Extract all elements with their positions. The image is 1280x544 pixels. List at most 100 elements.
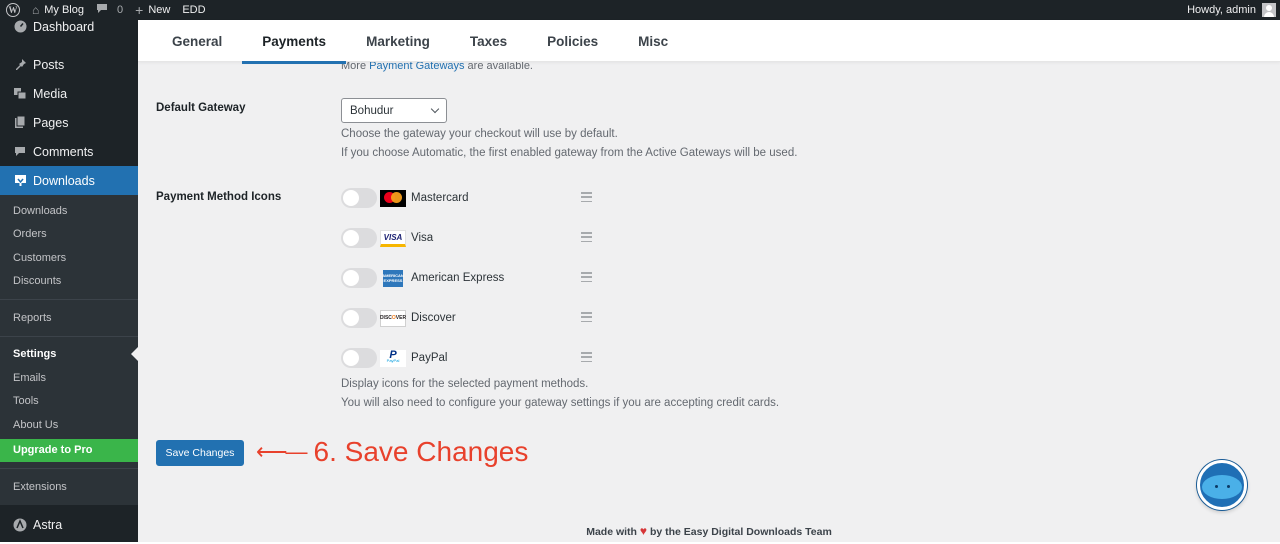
wordpress-icon: W xyxy=(6,3,20,17)
submenu-discounts[interactable]: Discounts xyxy=(0,270,138,294)
submenu-about-us[interactable]: About Us xyxy=(0,413,138,437)
drag-handle-icon[interactable] xyxy=(581,352,592,362)
submenu-downloads[interactable]: Downloads xyxy=(0,199,138,223)
mastercard-icon xyxy=(380,189,406,207)
drag-handle-icon[interactable] xyxy=(581,232,592,242)
settings-tabs: General Payments Marketing Taxes Policie… xyxy=(138,20,1280,64)
payment-method-label: American Express xyxy=(411,272,505,284)
current-page-arrow xyxy=(131,347,138,362)
main-content: General Payments Marketing Taxes Policie… xyxy=(138,20,1280,544)
sidebar-item-downloads[interactable]: Downloads xyxy=(0,166,138,195)
download-icon xyxy=(10,174,30,187)
annotation-text: 6. Save Changes xyxy=(313,436,529,467)
submenu-tools[interactable]: Tools xyxy=(0,390,138,414)
default-gateway-label: Default Gateway xyxy=(156,102,246,114)
payment-method-label: PayPal xyxy=(411,352,448,364)
sidebar-item-pages[interactable]: Pages xyxy=(0,108,138,137)
wp-logo-menu[interactable]: W xyxy=(0,0,26,20)
my-account-menu[interactable]: Howdy, admin xyxy=(1187,3,1280,17)
tab-payments[interactable]: Payments xyxy=(242,20,346,64)
comments-menu[interactable]: 0 xyxy=(90,0,129,20)
payment-method-row: DISC O VER Discover xyxy=(341,306,601,330)
comment-bubble-icon xyxy=(96,3,108,17)
left-arrow-icon: ⟵— xyxy=(256,439,308,464)
amex-text: EXPRESS xyxy=(383,278,403,283)
submenu-emails[interactable]: Emails xyxy=(0,366,138,390)
sidebar-item-label: Pages xyxy=(33,115,69,130)
sidebar-item-media[interactable]: Media xyxy=(0,79,138,108)
submenu-upgrade-to-pro[interactable]: Upgrade to Pro xyxy=(0,438,138,462)
sidebar-item-comments[interactable]: Comments xyxy=(0,137,138,166)
home-icon: ⌂ xyxy=(32,3,40,17)
payment-method-icons-label: Payment Method Icons xyxy=(156,191,282,203)
discover-text: DISC xyxy=(379,315,392,321)
tab-misc[interactable]: Misc xyxy=(618,20,688,62)
paypal-toggle[interactable] xyxy=(341,348,377,368)
submenu-divider xyxy=(0,335,138,337)
tab-general[interactable]: General xyxy=(152,20,242,62)
site-name-menu[interactable]: ⌂ My Blog xyxy=(26,0,90,20)
comment-icon xyxy=(10,146,30,157)
default-gateway-description: Choose the gateway your checkout will us… xyxy=(341,125,797,163)
sidebar-item-posts[interactable]: Posts xyxy=(0,50,138,79)
avatar xyxy=(1262,3,1276,17)
discover-icon: DISC O VER xyxy=(379,309,407,327)
help-chat-bubble[interactable] xyxy=(1197,460,1247,510)
payment-method-label: Mastercard xyxy=(411,192,469,204)
default-gateway-select[interactable]: Bohudur xyxy=(341,98,447,123)
admin-bar: W ⌂ My Blog 0 + New EDD Howdy, admin xyxy=(0,0,1280,20)
footer-credit: Made with ♥ by the Easy Digital Download… xyxy=(138,524,1280,538)
submenu-extensions[interactable]: Extensions xyxy=(0,475,138,499)
sidebar-item-label: Astra xyxy=(33,518,63,532)
footer-prefix: Made with xyxy=(586,526,637,538)
american-express-toggle[interactable] xyxy=(341,268,377,288)
payment-method-row: Mastercard xyxy=(341,186,601,210)
amex-icon: AMERICAN EXPRESS xyxy=(382,269,404,287)
payment-method-row: P PayPal PayPal xyxy=(341,346,601,370)
discover-text: VER xyxy=(395,315,407,321)
tab-marketing[interactable]: Marketing xyxy=(346,20,450,62)
mascot-eye xyxy=(1227,485,1230,488)
sidebar-item-label: Dashboard xyxy=(33,20,95,34)
submenu-divider xyxy=(0,468,138,469)
submenu-customers[interactable]: Customers xyxy=(0,246,138,270)
edd-menu[interactable]: EDD xyxy=(176,0,211,20)
heart-icon: ♥ xyxy=(639,524,648,538)
sidebar-item-label: Downloads xyxy=(33,173,95,188)
sidebar-item-astra[interactable]: Astra xyxy=(0,511,138,540)
default-gateway-value: Bohudur xyxy=(350,104,394,117)
submenu-reports[interactable]: Reports xyxy=(0,306,138,330)
submenu-settings[interactable]: Settings xyxy=(0,343,138,367)
mascot-eye xyxy=(1215,485,1218,488)
tutorial-annotation: ⟵— 6. Save Changes xyxy=(256,436,528,468)
discover-toggle[interactable] xyxy=(341,308,377,328)
mascot-icon xyxy=(1202,475,1242,499)
sidebar-item-dashboard[interactable]: Dashboard xyxy=(0,20,138,44)
drag-handle-icon[interactable] xyxy=(581,192,592,202)
description-line: If you choose Automatic, the first enabl… xyxy=(341,147,798,159)
plus-icon: + xyxy=(135,2,144,18)
payment-icons-description: Display icons for the selected payment m… xyxy=(341,375,779,413)
site-name: My Blog xyxy=(44,4,84,16)
comments-count: 0 xyxy=(117,4,124,16)
downloads-submenu: Downloads Orders Customers Discounts Rep… xyxy=(0,195,138,505)
payment-method-label: Visa xyxy=(411,232,434,244)
save-changes-button[interactable]: Save Changes xyxy=(156,440,244,466)
payment-method-row: AMERICAN EXPRESS American Express xyxy=(341,266,601,290)
drag-handle-icon[interactable] xyxy=(581,312,592,322)
visa-toggle[interactable] xyxy=(341,228,377,248)
payment-method-label: Discover xyxy=(411,312,456,324)
paypal-text: PayPal xyxy=(386,358,400,363)
chevron-down-icon xyxy=(430,104,440,114)
new-label: New xyxy=(148,4,171,16)
submenu-orders[interactable]: Orders xyxy=(0,223,138,247)
new-content-menu[interactable]: + New xyxy=(129,0,176,20)
sidebar-item-label: Posts xyxy=(33,57,65,72)
edd-label: EDD xyxy=(182,4,206,16)
pages-icon xyxy=(10,116,30,129)
drag-handle-icon[interactable] xyxy=(581,272,592,282)
tab-taxes[interactable]: Taxes xyxy=(450,20,527,62)
mastercard-toggle[interactable] xyxy=(341,188,377,208)
tab-policies[interactable]: Policies xyxy=(527,20,618,62)
astra-icon xyxy=(10,518,30,532)
